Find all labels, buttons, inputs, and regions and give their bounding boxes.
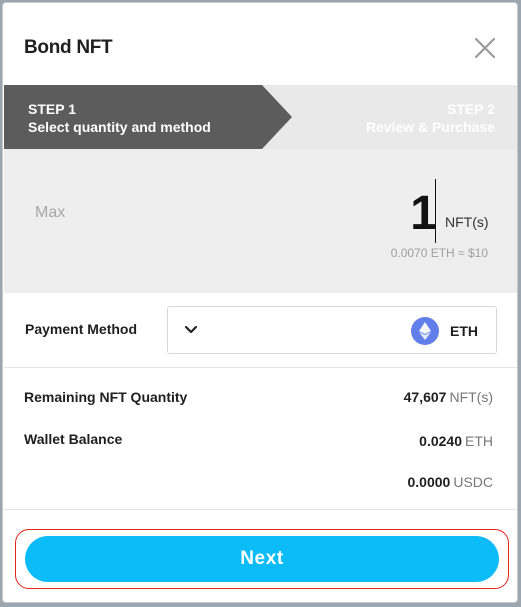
wallet-balance-usdc: 0.0000 USDC	[408, 474, 494, 490]
payment-method-select[interactable]: ETH	[167, 306, 497, 354]
dialog-title: Bond NFT	[24, 37, 113, 58]
remaining-quantity-number: 47,607	[403, 389, 447, 405]
step-1-number: STEP 1	[28, 101, 76, 117]
divider	[4, 367, 517, 368]
quantity-unit: NFT(s)	[445, 214, 489, 230]
text-caret	[435, 179, 436, 243]
step-1-label: Select quantity and method	[28, 119, 211, 135]
close-button[interactable]	[470, 33, 500, 63]
quantity-input[interactable]: 1	[410, 186, 437, 242]
wallet-eth-unit: ETH	[465, 433, 493, 449]
wallet-usdc-number: 0.0000	[407, 474, 451, 490]
step-2: STEP 2 Review & Purchase	[366, 100, 495, 136]
payment-method-row: Payment Method ETH	[4, 293, 517, 367]
remaining-quantity-unit: NFT(s)	[449, 389, 493, 405]
step-1: STEP 1 Select quantity and method	[28, 100, 211, 136]
ethereum-icon	[411, 317, 439, 345]
payment-method-value: ETH	[450, 323, 478, 339]
quantity-price: 0.0070 ETH ≈ $10	[390, 246, 488, 260]
step-2-number: STEP 2	[447, 101, 495, 117]
payment-method-label: Payment Method	[25, 321, 138, 337]
remaining-quantity-value: 47,607 NFT(s)	[404, 389, 493, 405]
step-progress: STEP 1 Select quantity and method STEP 2…	[4, 85, 517, 149]
divider	[4, 509, 517, 510]
next-button-highlight: Next	[15, 529, 509, 589]
bond-nft-dialog: Bond NFT STEP 1 Select quantity and meth…	[2, 2, 518, 603]
chevron-down-icon	[184, 325, 198, 334]
wallet-usdc-unit: USDC	[453, 474, 493, 490]
quantity-panel: Max 1 NFT(s) 0.0070 ETH ≈ $10	[4, 149, 517, 293]
close-icon	[474, 37, 496, 59]
wallet-eth-number: 0.0240	[419, 433, 462, 449]
next-button[interactable]: Next	[25, 536, 499, 582]
remaining-quantity-label: Remaining NFT Quantity	[24, 389, 188, 405]
dialog-header: Bond NFT	[3, 3, 517, 87]
wallet-balance-eth: 0.0240 ETH	[419, 433, 493, 449]
step-2-label: Review & Purchase	[365, 119, 495, 135]
max-button[interactable]: Max	[35, 204, 65, 222]
wallet-balance-label: Wallet Balance	[24, 431, 123, 447]
